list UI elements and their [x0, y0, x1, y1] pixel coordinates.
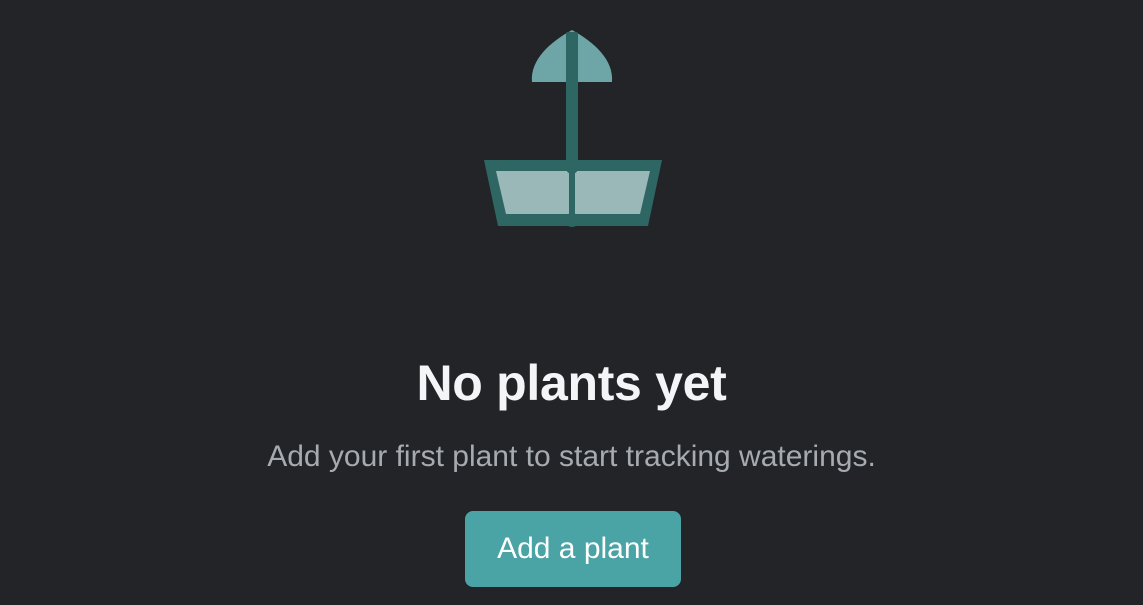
pot-knot-bottom: [565, 213, 579, 227]
empty-state-page: No plants yet Add your first plant to st…: [0, 0, 1143, 605]
left-leaf: [531, 30, 572, 82]
empty-state-message: Add your first plant to start tracking w…: [267, 440, 876, 473]
empty-state-title: No plants yet: [416, 355, 727, 411]
potted-plant-icon: [484, 30, 662, 227]
pot-knot-top: [566, 162, 578, 174]
add-plant-button[interactable]: Add a plant: [465, 511, 681, 587]
stem: [566, 32, 578, 170]
right-leaf: [572, 30, 613, 82]
